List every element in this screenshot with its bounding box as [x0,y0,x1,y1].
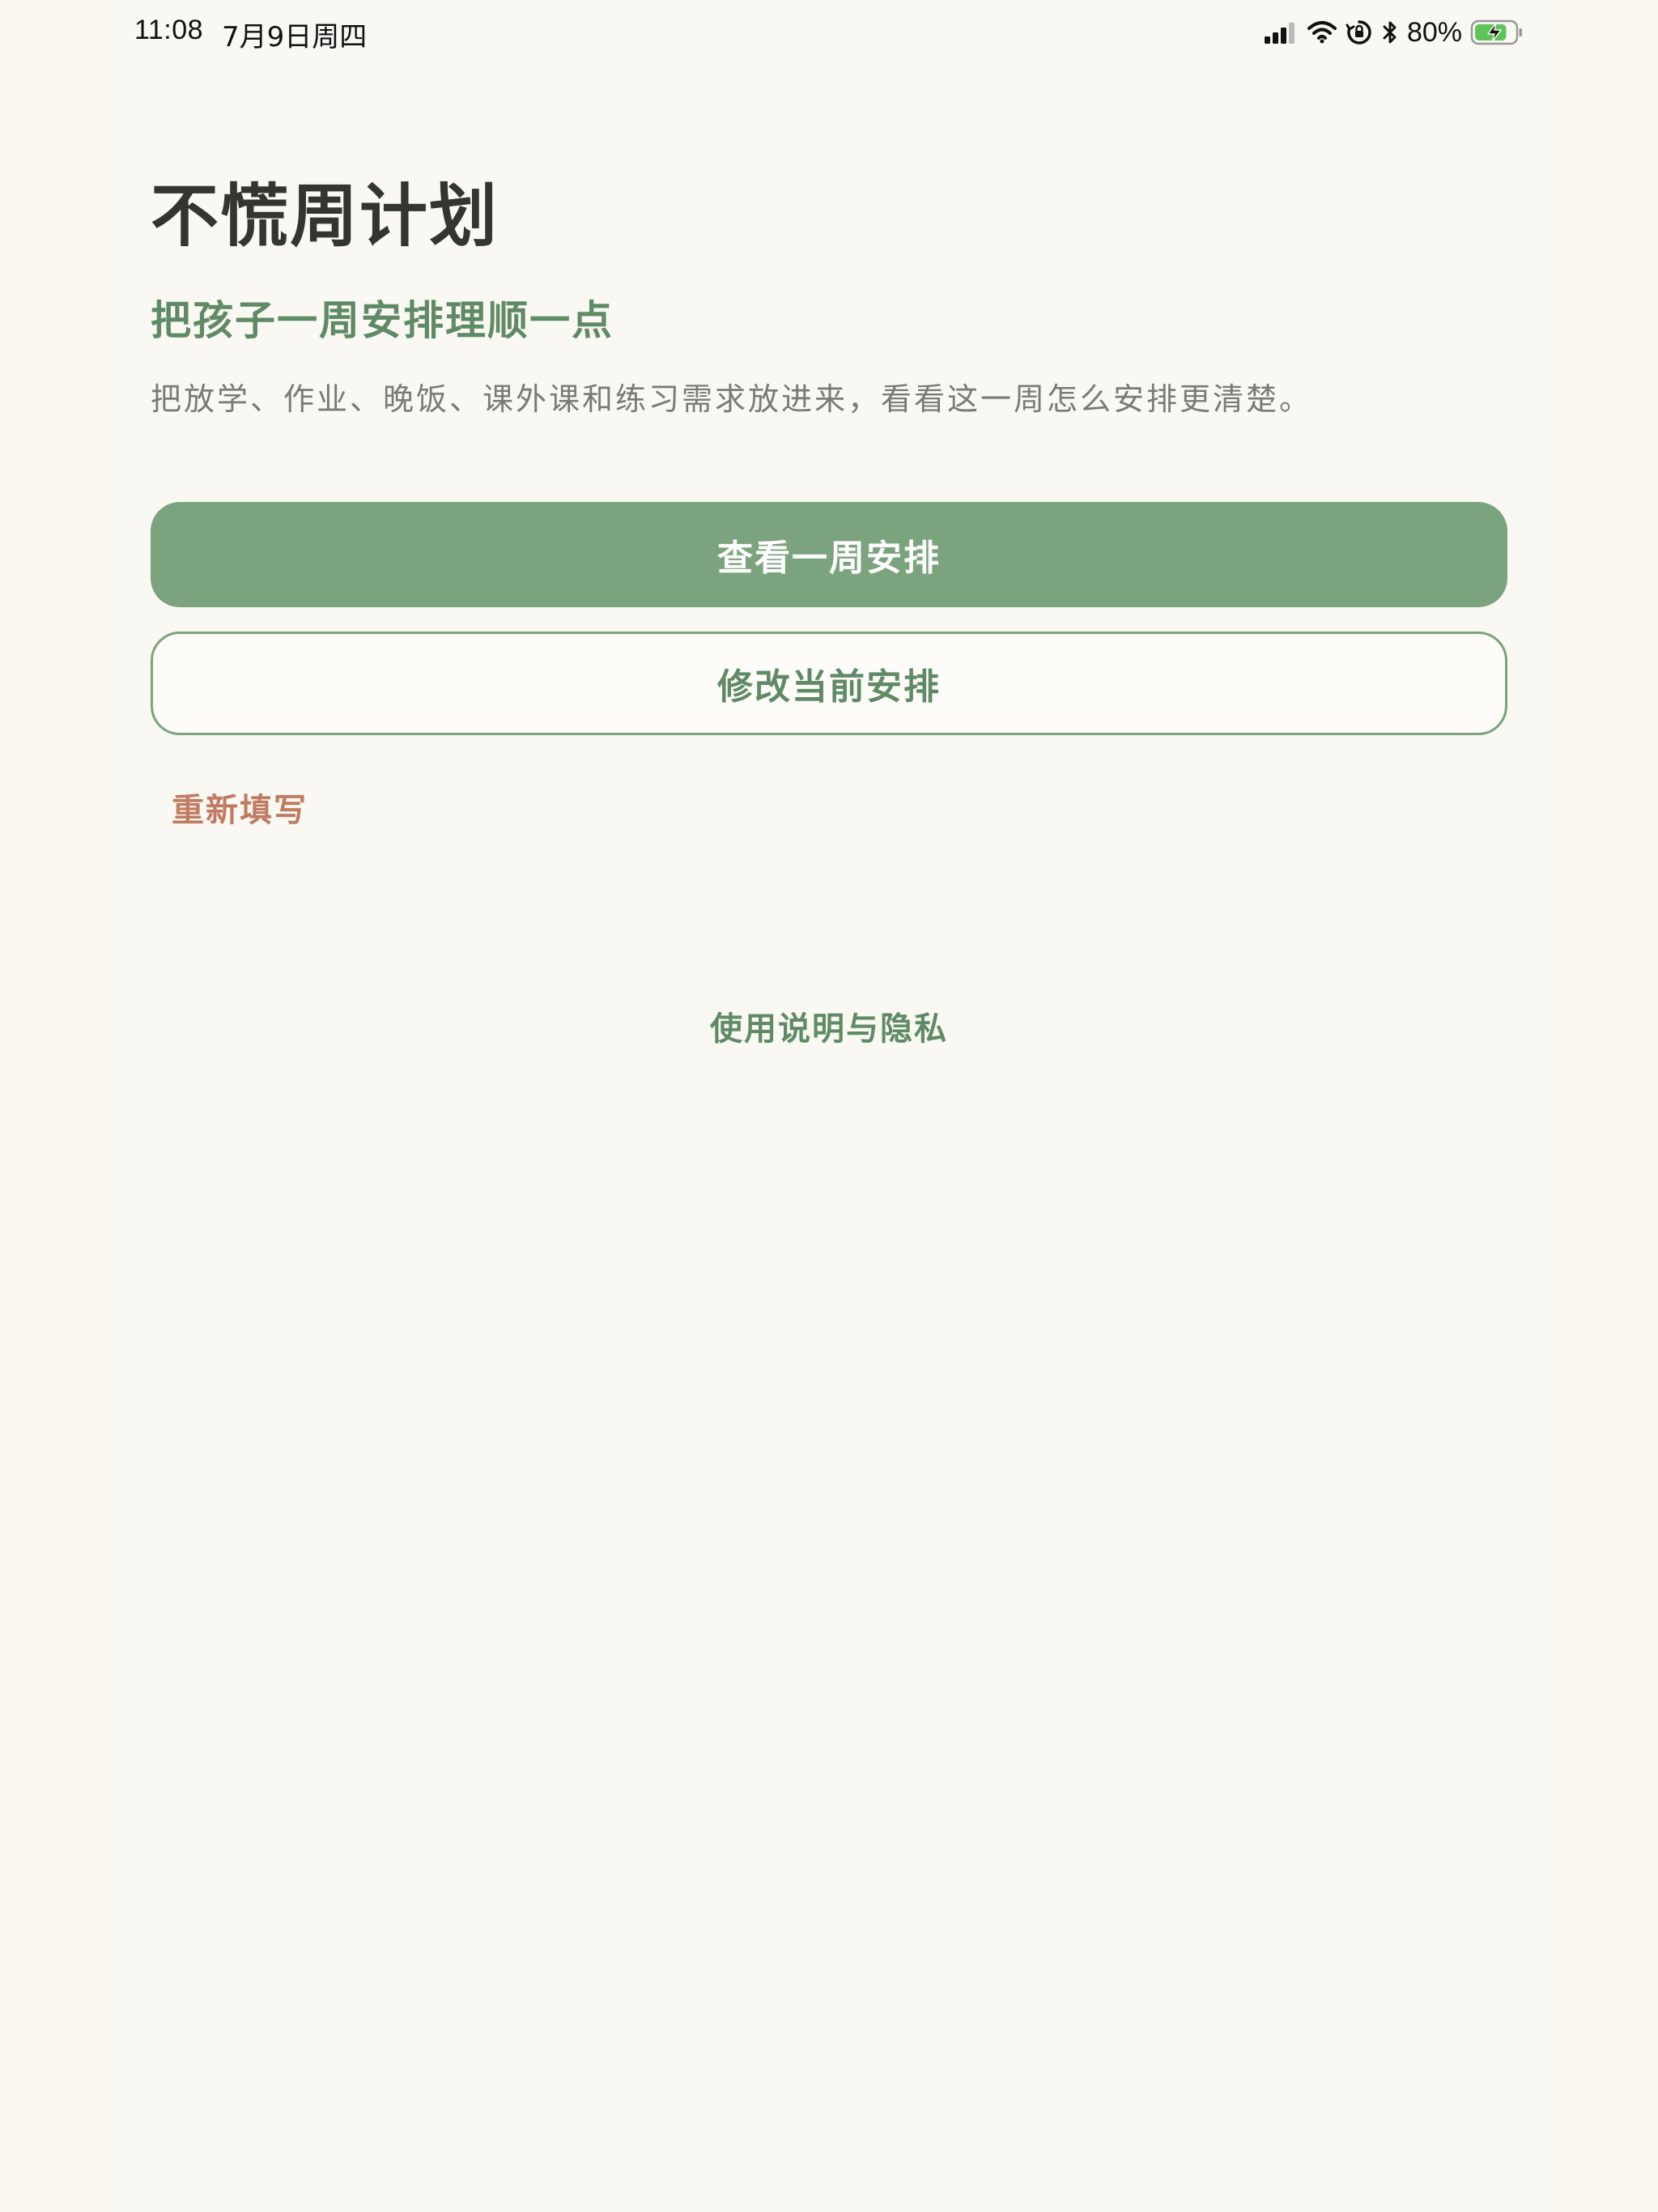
status-bar: 11:08 7月9日周四 80% [0,0,1658,65]
cellular-signal-icon [1263,20,1299,45]
status-time: 11:08 [134,15,204,45]
view-week-schedule-button[interactable]: 查看一周安排 [151,502,1507,607]
status-right-group: 80% [1263,15,1524,50]
instructions-privacy-link[interactable]: 使用说明与隐私 [0,1002,1658,1049]
orientation-lock-icon [1346,19,1373,46]
battery-charging-icon [1470,19,1524,46]
refill-link[interactable]: 重新填写 [172,784,308,831]
edit-current-schedule-button[interactable]: 修改当前安排 [151,632,1507,735]
page-subtitle: 把孩子一周安排理顺一点 [151,297,614,344]
status-date: 7月9日周四 [222,21,368,53]
page-description: 把放学、作业、晚饭、课外课和练习需求放进来，看看这一周怎么安排更清楚。 [151,381,1313,417]
battery-percentage: 80% [1406,16,1462,48]
page-title: 不慌周计划 [151,177,500,256]
wifi-icon [1307,20,1337,45]
bluetooth-icon [1381,19,1399,45]
app-screen: 11:08 7月9日周四 80% 不慌周计划 把孩子一周安排理顺一点 把放学、作… [0,0,1658,2212]
